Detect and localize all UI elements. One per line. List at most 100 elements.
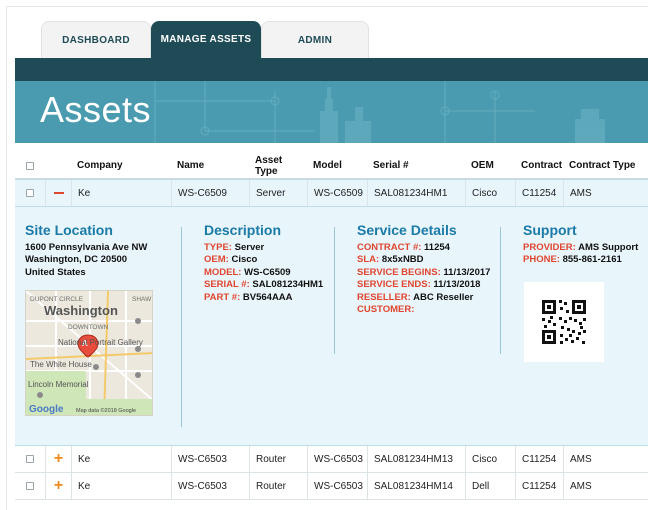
- map-label-lincoln: Lincoln Memorial: [28, 380, 89, 389]
- tab-bar: DASHBOARD MANAGE ASSETS ADMIN: [9, 21, 648, 58]
- detail-line: TYPE: Server: [204, 242, 323, 254]
- page-title: Assets: [40, 89, 152, 130]
- cell-contract-type: AMS: [563, 446, 648, 472]
- cell-serial: SAL081234HM14: [367, 473, 465, 499]
- cell-contract: C11254: [515, 180, 563, 206]
- collapse-icon[interactable]: [53, 192, 64, 194]
- description-section: Description TYPE: Server OEM: Cisco MODE…: [204, 222, 323, 304]
- cell-name: WS-C6509: [171, 180, 249, 206]
- detail-value: WS-C6509: [244, 266, 291, 278]
- table-row[interactable]: + Ke WS-C6503 Router WS-C6503 SAL081234H…: [15, 446, 648, 473]
- column-header-contract[interactable]: Contract: [515, 153, 563, 178]
- expand-icon[interactable]: +: [54, 478, 63, 494]
- detail-label: SERVICE ENDS:: [357, 279, 431, 291]
- cell-serial: SAL081234HM1: [367, 180, 465, 206]
- detail-value: 8x5xNBD: [381, 254, 424, 266]
- description-title: Description: [204, 222, 282, 238]
- column-divider: [500, 227, 501, 354]
- detail-line: RESELLER: ABC Reseller: [357, 292, 490, 304]
- service-details-section: Service Details CONTRACT #: 11254 SLA: 8…: [357, 222, 490, 316]
- expand-icon[interactable]: +: [54, 451, 63, 467]
- cell-company: Ke: [71, 446, 171, 472]
- column-header-asset-type[interactable]: Asset Type: [249, 153, 307, 178]
- detail-label: TYPE:: [204, 242, 232, 253]
- cell-company: Ke: [71, 180, 171, 206]
- detail-value: AMS Support: [578, 242, 639, 253]
- detail-value: Server: [234, 242, 265, 253]
- detail-line: SERVICE BEGINS: 11/13/2017: [357, 267, 490, 279]
- row-toggle-cell: [45, 180, 71, 206]
- cell-name: WS-C6503: [171, 446, 249, 472]
- cell-oem: Cisco: [465, 180, 515, 206]
- table-row[interactable]: + Ke WS-C6503 Router WS-C6503 SAL081234H…: [15, 473, 648, 500]
- address-line: Washington, DC 20500: [25, 254, 128, 266]
- service-details-title: Service Details: [357, 222, 457, 238]
- column-header-model[interactable]: Model: [307, 153, 367, 178]
- cell-contract: C11254: [515, 473, 563, 499]
- detail-value: 11254: [424, 242, 450, 253]
- cell-model: WS-C6503: [307, 473, 367, 499]
- select-all-cell: [15, 153, 45, 178]
- map-label-city: Washington: [44, 303, 118, 318]
- row-checkbox[interactable]: [26, 455, 34, 463]
- detail-line: MODEL: WS-C6509: [204, 267, 323, 279]
- row-checkbox[interactable]: [26, 482, 34, 490]
- column-header-name[interactable]: Name: [171, 153, 249, 178]
- cell-serial: SAL081234HM13: [367, 446, 465, 472]
- detail-label: SERIAL #:: [204, 279, 250, 291]
- detail-line: PART #: BV564AAA: [204, 292, 323, 304]
- cell-asset-type: Router: [249, 473, 307, 499]
- site-map[interactable]: A DUPONT CIRCLE SHAW Washington DOWNTOWN…: [25, 290, 153, 416]
- detail-label: PROVIDER:: [523, 242, 576, 253]
- hero-banner: Assets: [15, 81, 648, 143]
- tab-dashboard[interactable]: DASHBOARD: [41, 21, 151, 58]
- detail-label: PHONE:: [523, 254, 560, 266]
- row-checkbox[interactable]: [26, 189, 34, 197]
- support-title: Support: [523, 222, 577, 238]
- column-header-serial[interactable]: Serial #: [367, 153, 465, 178]
- google-logo: Google: [29, 404, 64, 415]
- column-header-company[interactable]: Company: [71, 153, 171, 178]
- detail-value: BV564AAA: [242, 291, 293, 303]
- address-line: United States: [25, 266, 86, 278]
- cell-contract-type: AMS: [563, 473, 648, 499]
- detail-label: SLA:: [357, 254, 380, 266]
- detail-label: CUSTOMER:: [357, 304, 415, 316]
- cell-name: WS-C6503: [171, 473, 249, 499]
- map-graphic: A DUPONT CIRCLE SHAW Washington DOWNTOWN…: [26, 291, 152, 415]
- detail-line: CONTRACT #: 11254: [357, 242, 490, 254]
- cell-oem: Dell: [465, 473, 515, 499]
- map-label-whitehouse: The White House: [30, 360, 92, 369]
- header-bar: [15, 58, 648, 81]
- column-header-contract-type[interactable]: Contract Type: [563, 153, 648, 178]
- support-section: Support PROVIDER: AMS Support PHONE: 855…: [523, 222, 638, 267]
- cell-oem: Cisco: [465, 446, 515, 472]
- site-location-title: Site Location: [25, 222, 113, 238]
- row-select-cell: [15, 446, 45, 472]
- cell-asset-type: Router: [249, 446, 307, 472]
- map-label-downtown: DOWNTOWN: [68, 324, 109, 331]
- detail-value: SAL081234HM1: [252, 279, 324, 291]
- detail-line: PROVIDER: AMS Support: [523, 242, 638, 254]
- detail-label: SERVICE BEGINS:: [357, 266, 441, 278]
- map-label-dupont: DUPONT CIRCLE: [30, 296, 84, 303]
- detail-value: ABC Reseller: [413, 291, 474, 303]
- qr-code[interactable]: [524, 282, 604, 362]
- detail-label: OEM:: [204, 254, 229, 266]
- table-row[interactable]: Ke WS-C6509 Server WS-C6509 SAL081234HM1…: [15, 179, 648, 207]
- cell-company: Ke: [71, 473, 171, 499]
- column-header-oem[interactable]: OEM: [465, 153, 515, 178]
- select-all-checkbox[interactable]: [26, 161, 34, 170]
- tab-admin[interactable]: ADMIN: [261, 21, 369, 58]
- expand-header-cell: [45, 153, 71, 178]
- detail-line: OEM: Cisco: [204, 254, 323, 266]
- map-label-shaw: SHAW: [132, 296, 152, 303]
- cell-asset-type: Server: [249, 180, 307, 206]
- row-select-cell: [15, 473, 45, 499]
- row-select-cell: [15, 180, 45, 206]
- cell-model: WS-C6509: [307, 180, 367, 206]
- detail-label: CONTRACT #:: [357, 242, 422, 253]
- detail-line: SLA: 8x5xNBD: [357, 254, 490, 266]
- cell-model: WS-C6503: [307, 446, 367, 472]
- tab-manage-assets[interactable]: MANAGE ASSETS: [151, 21, 261, 58]
